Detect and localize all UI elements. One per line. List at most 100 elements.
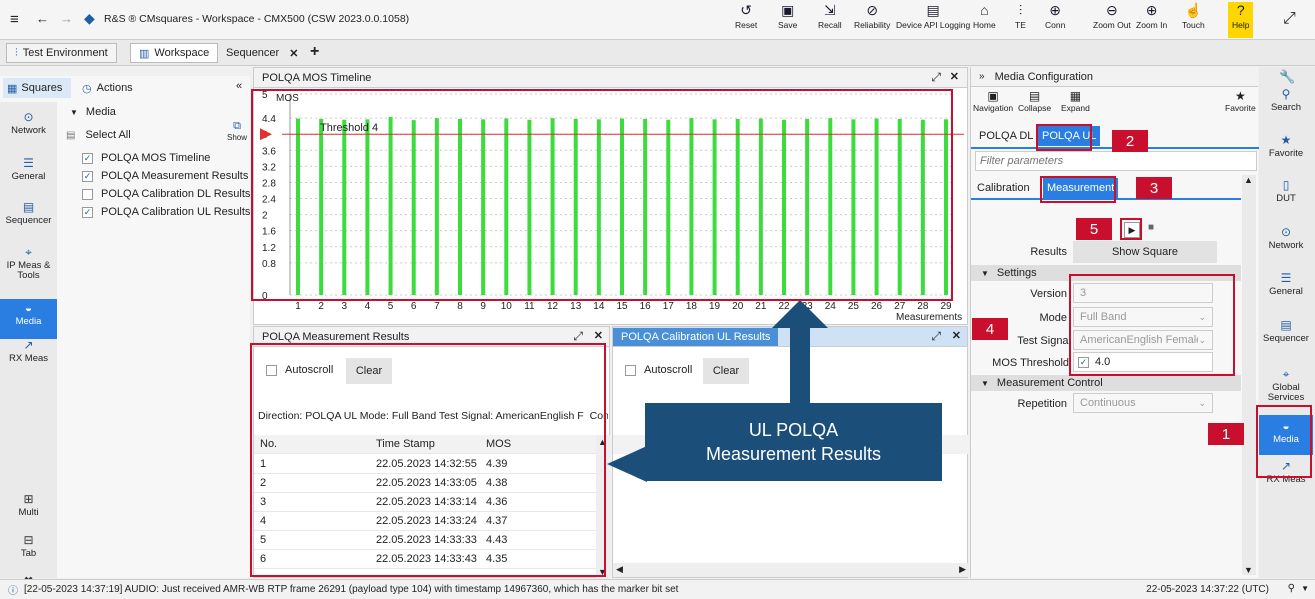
maximize-icon[interactable]: ⤢ (931, 329, 941, 344)
item-checkbox[interactable]: ✓ (82, 206, 93, 218)
close-panel-icon[interactable]: ✕ (952, 329, 961, 342)
x-tick-label: 25 (848, 301, 860, 312)
calib-clear-button[interactable]: Clear (703, 358, 749, 384)
navigation-button[interactable]: ▣ Navigation (973, 89, 1013, 113)
back-icon[interactable]: ← (36, 11, 49, 26)
right-sidebar-search[interactable]: ⚲ Search (1259, 88, 1313, 113)
close-panel-icon[interactable]: ✕ (594, 329, 603, 342)
tab-polqa-dl[interactable]: POLQA DL (975, 126, 1037, 146)
x-tick-label: 19 (709, 301, 721, 312)
multi-button[interactable]: ⊞ Multi (0, 493, 57, 518)
highlight-start (1120, 218, 1142, 240)
select-all[interactable]: ▤ Select All (66, 126, 244, 144)
item-checkbox[interactable]: ✓ (82, 152, 93, 164)
highlight-polqa-ul (1036, 124, 1092, 151)
title-bar: ≡ ← → ◆ R&S ® CMsquares - Workspace - CM… (0, 0, 1315, 40)
x-tick-label: 14 (593, 301, 605, 312)
device-api-logging-button[interactable]: ▤ Device API Logging (896, 2, 970, 38)
help-icon: ? (1236, 2, 1245, 18)
right-sidebar-sequencer[interactable]: ▤ Sequencer (1259, 319, 1313, 344)
show-square-button[interactable]: Show Square (1073, 241, 1217, 263)
add-tab-icon[interactable]: + (310, 43, 319, 61)
favorite-button[interactable]: ★ Favorite (1225, 89, 1256, 113)
scroll-right-icon[interactable]: ▶ (959, 564, 966, 575)
tree-item[interactable]: ✓ POLQA MOS Timeline (82, 152, 210, 164)
ip-meas-icon: ⌖ (25, 245, 32, 259)
tree-item[interactable]: ✓ POLQA Measurement Results (82, 170, 248, 182)
sidebar-item-ip-meas-tools[interactable]: ⌖ IP Meas & Tools (0, 245, 57, 281)
x-tick-label: 28 (917, 301, 929, 312)
filter-input[interactable] (975, 151, 1257, 171)
scroll-up-icon[interactable]: ▲ (1244, 175, 1253, 185)
sidebar-item-rx-meas[interactable]: ↗ RX Meas (0, 339, 57, 364)
sidebar-item-media[interactable]: ◒ Media (0, 299, 57, 339)
status-message: [22-05-2023 14:37:19] AUDIO: Just receiv… (24, 584, 679, 595)
tab-sequencer[interactable]: Sequencer ✕ (218, 43, 306, 63)
home-button[interactable]: ⌂ Home (973, 2, 996, 38)
touch-button[interactable]: ☝ Touch (1182, 2, 1205, 38)
right-sidebar-favorite[interactable]: ★ Favorite (1259, 134, 1313, 159)
right-sidebar-global-services[interactable]: ⌖ Global Services (1259, 368, 1313, 403)
help-button[interactable]: ? Help (1228, 2, 1254, 38)
chart-icon: ▥ (139, 47, 150, 60)
highlight-chart (251, 89, 953, 301)
close-tab-icon[interactable]: ✕ (289, 47, 298, 60)
callout-arrow-up (772, 300, 828, 328)
repetition-select[interactable]: Continuous ⌄ (1073, 393, 1213, 413)
tab-workspace[interactable]: ▥ Workspace (130, 43, 219, 63)
close-panel-icon[interactable]: ✕ (950, 70, 959, 83)
x-tick-label: 3 (342, 301, 348, 312)
zoom-out-button[interactable]: ⊖ Zoom Out (1093, 2, 1131, 38)
badge-3: 3 (1136, 177, 1172, 199)
config-scrollbar[interactable]: ▲ ▼ (1242, 175, 1256, 575)
item-checkbox[interactable]: ✓ (82, 170, 93, 182)
test-env-icon: ⫶ (15, 46, 18, 59)
te-button[interactable]: ⫶ TE (1015, 2, 1026, 38)
h-scrollbar[interactable]: ◀ ▶ (613, 563, 969, 577)
save-button[interactable]: ▣ Save (778, 2, 797, 38)
collapse-panel-icon[interactable]: « (236, 80, 242, 92)
right-sidebar-dut[interactable]: ▯ DUT (1259, 179, 1313, 204)
item-checkbox[interactable] (82, 188, 93, 200)
collapse-button[interactable]: ▤ Collapse (1018, 89, 1051, 113)
measurement-control-section[interactable]: ▼ Measurement Control (971, 375, 1241, 391)
sidebar-item-network[interactable]: ⊙ Network (0, 111, 57, 136)
tree-item[interactable]: ✓ POLQA Calibration UL Results (82, 206, 250, 218)
right-sidebar-network[interactable]: ⊙ Network (1259, 226, 1313, 251)
pin-icon[interactable]: ⚲ (1288, 583, 1295, 594)
expand-panel-icon[interactable]: » (979, 71, 985, 82)
badge-1: 1 (1208, 423, 1244, 445)
recall-button[interactable]: ⇲ Recall (818, 2, 842, 38)
maximize-icon[interactable]: ⤢ (931, 70, 941, 85)
maximize-icon[interactable]: ⤢ (573, 329, 583, 344)
tree-root[interactable]: ▼ Media (70, 106, 116, 118)
x-tick-label: 7 (434, 301, 440, 312)
subtab-calibration[interactable]: Calibration (977, 178, 1030, 198)
tab-test-environment[interactable]: ⫶ Test Environment (6, 43, 117, 63)
calib-autoscroll-checkbox[interactable]: Autoscroll (625, 364, 692, 376)
sidebar-item-general[interactable]: ☰ General (0, 157, 57, 182)
show-button[interactable]: ⧉ Show (226, 120, 248, 142)
zoom-in-button[interactable]: ⊕ Zoom In (1136, 2, 1167, 38)
reliability-button[interactable]: ⊘ Reliability (854, 2, 890, 38)
tree-item[interactable]: POLQA Calibration DL Results (82, 188, 250, 200)
actions-tab[interactable]: ◷ Actions (78, 78, 158, 98)
chevron-down-icon[interactable]: ▼ (1301, 584, 1309, 593)
actions-icon: ◷ (82, 82, 92, 95)
x-tick-label: 1 (295, 301, 301, 312)
reset-button[interactable]: ↺ Reset (735, 2, 757, 38)
wrench-icon[interactable]: 🔧 (1279, 69, 1295, 85)
expand-button[interactable]: ▦ Expand (1061, 89, 1090, 113)
stop-icon[interactable]: ■ (1148, 222, 1154, 233)
squares-tab[interactable]: ▦ Squares (3, 78, 71, 98)
right-sidebar-general[interactable]: ☰ General (1259, 272, 1313, 297)
forward-icon[interactable]: → (60, 11, 73, 26)
tab-button[interactable]: ⊟ Tab (0, 534, 57, 559)
menu-icon[interactable]: ≡ (10, 11, 19, 28)
sidebar-item-sequencer[interactable]: ▤ Sequencer (0, 201, 57, 226)
scroll-down-icon[interactable]: ▼ (1244, 565, 1253, 575)
left-sidebar: ⊙ Network ☰ General ▤ Sequencer ⌖ IP Meas & Too… (0, 102, 57, 599)
fullscreen-icon[interactable]: ⤢ (1283, 10, 1296, 28)
conn-button[interactable]: ⊕ Conn (1045, 2, 1065, 38)
scroll-left-icon[interactable]: ◀ (616, 564, 623, 575)
